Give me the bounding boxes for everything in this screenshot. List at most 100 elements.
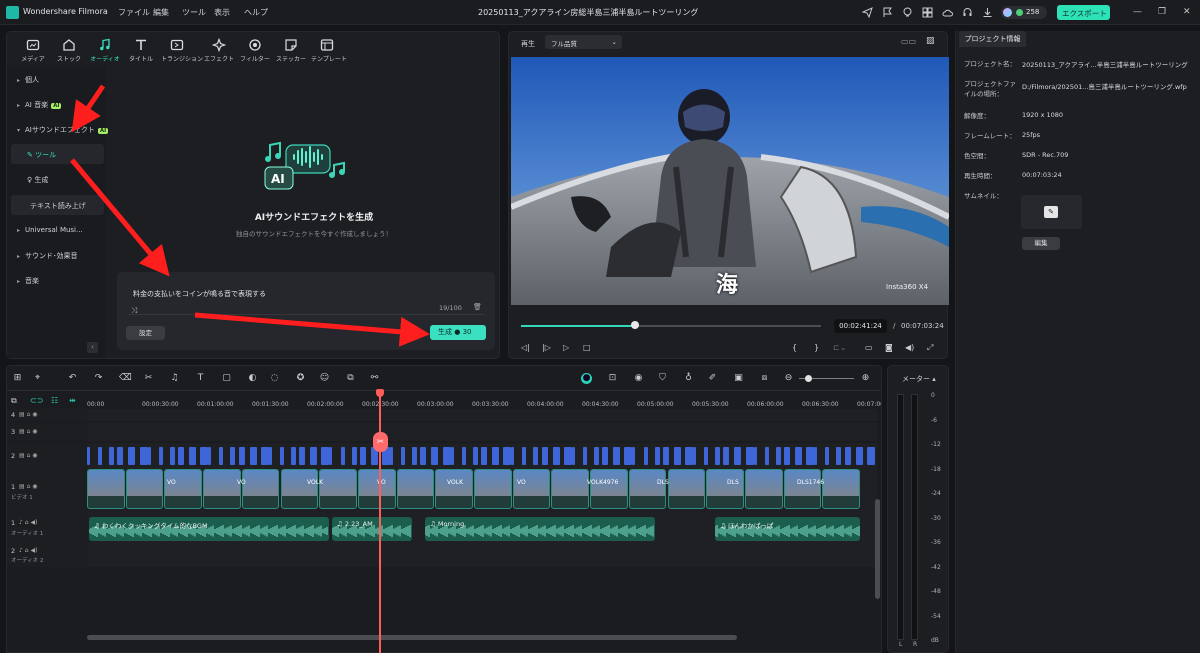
menu-view[interactable]: 表示: [214, 7, 230, 18]
detach-icon[interactable]: ⚯: [369, 373, 380, 384]
sidebar-item-personal[interactable]: ▸ 個人: [11, 69, 104, 89]
clip-segment[interactable]: [764, 447, 769, 465]
clip-segment[interactable]: [825, 447, 830, 465]
mask-icon[interactable]: ◌: [269, 373, 280, 384]
clip-segment[interactable]: [704, 447, 709, 465]
clip-segment[interactable]: [299, 447, 306, 465]
video-clip[interactable]: [706, 469, 744, 509]
clip-segment[interactable]: [715, 447, 721, 465]
audio-edit-icon[interactable]: ♫: [169, 373, 180, 384]
crop-icon[interactable]: ▢: [221, 373, 232, 384]
delete-icon[interactable]: ⌫: [119, 373, 132, 384]
video-clip[interactable]: [512, 469, 551, 509]
tab-project-info[interactable]: プロジェクト情報: [959, 31, 1026, 47]
video-clip[interactable]: [667, 469, 706, 509]
magnet-icon[interactable]: ☷: [51, 396, 58, 405]
clip-segment[interactable]: [351, 447, 357, 465]
video-clip[interactable]: [744, 469, 783, 509]
sidebar-subitem-generate[interactable]: ♀ 生成: [27, 175, 48, 185]
close-icon[interactable]: ✕: [1183, 7, 1191, 17]
audio-clip[interactable]: ♫ Morning: [425, 517, 655, 541]
redo-icon[interactable]: ↷: [93, 373, 104, 384]
video-clip[interactable]: [203, 469, 241, 509]
clip-segment[interactable]: [177, 447, 184, 465]
render-preview-icon[interactable]: ⊡: [607, 373, 618, 384]
track-icons[interactable]: ▤ ⌂ ◉: [19, 428, 38, 435]
flag-icon[interactable]: [882, 7, 893, 18]
clip-segment[interactable]: [412, 447, 418, 465]
volume-icon[interactable]: ◀): [905, 343, 914, 352]
video-clip[interactable]: [125, 469, 164, 509]
clip-segment[interactable]: [522, 447, 527, 465]
credit-badge[interactable]: 258: [1001, 6, 1047, 19]
menu-file[interactable]: ファイル: [118, 7, 150, 18]
clip-segment[interactable]: [359, 447, 366, 465]
snapshot-icon[interactable]: ▨: [926, 36, 935, 46]
video-clip[interactable]: [280, 469, 319, 509]
clip-segment[interactable]: [87, 447, 90, 465]
clip-segment[interactable]: [268, 447, 272, 465]
clip-segment[interactable]: [632, 447, 636, 465]
tab-title[interactable]: タイトル: [125, 38, 157, 68]
edit-thumbnail-button[interactable]: 編集: [1022, 237, 1060, 250]
generate-button[interactable]: 生成 ● 30: [430, 325, 486, 340]
camera-icon[interactable]: ◙: [885, 343, 893, 352]
sidebar-item-universal-music[interactable]: ▸ Universal Musi...: [11, 220, 104, 240]
tab-effect[interactable]: エフェクト: [203, 38, 235, 68]
ai-mate-icon[interactable]: ●: [581, 373, 592, 384]
fullscreen-icon[interactable]: ⤢: [927, 343, 933, 353]
text-tool-icon[interactable]: T: [195, 373, 206, 384]
audio-clip[interactable]: ♫ ほんわかぱっぱ: [715, 517, 860, 541]
grid-icon[interactable]: [922, 7, 933, 18]
clip-segment[interactable]: [503, 447, 512, 465]
thumbnail-icon[interactable]: ▣: [733, 373, 744, 384]
minimize-icon[interactable]: —: [1133, 7, 1142, 17]
marker-icon[interactable]: ⊏⌄: [833, 343, 846, 352]
video-clip[interactable]: [590, 469, 628, 509]
zoom-out-icon[interactable]: ⊖: [783, 373, 794, 384]
clip-segment[interactable]: [109, 447, 115, 465]
sticker-tool-icon[interactable]: ☺: [319, 373, 330, 384]
video-clip[interactable]: [396, 469, 435, 509]
next-frame-icon[interactable]: |▷: [542, 343, 551, 352]
ai-effect-icon[interactable]: ✪: [295, 373, 306, 384]
sidebar-item-ai-music[interactable]: ▸ AI 音楽 AI: [11, 94, 104, 114]
clip-segment[interactable]: [450, 447, 454, 465]
group-icon[interactable]: ⧉: [345, 373, 356, 384]
export-button[interactable]: エクスポート ⌄: [1057, 5, 1115, 20]
clip-segment[interactable]: [158, 447, 163, 465]
clip-segment[interactable]: [147, 447, 151, 465]
clip-segment[interactable]: [139, 447, 148, 465]
clip-segment[interactable]: [238, 447, 245, 465]
clip-segment[interactable]: [613, 447, 621, 465]
collapse-sidebar-button[interactable]: ‹: [87, 342, 98, 353]
clip-segment[interactable]: [836, 447, 842, 465]
trash-icon[interactable]: 🗑: [473, 303, 482, 311]
clip-segment[interactable]: [128, 447, 136, 465]
clip-segment[interactable]: [783, 447, 790, 465]
current-time[interactable]: 00:02:41:24: [834, 319, 887, 333]
clip-segment[interactable]: [310, 447, 318, 465]
clip-segment[interactable]: [480, 447, 487, 465]
tab-template[interactable]: テンプレート: [311, 38, 347, 68]
clip-segment[interactable]: [401, 447, 406, 465]
zoom-in-icon[interactable]: ⊕: [860, 373, 871, 384]
playhead[interactable]: [379, 389, 381, 653]
clip-segment[interactable]: [390, 447, 393, 465]
track-icons[interactable]: ♪ ⌂ ◀): [19, 519, 37, 526]
audio-clip[interactable]: ♫ 2.23_AM: [332, 517, 412, 541]
thumbnail-box[interactable]: ✎: [1021, 195, 1082, 229]
clip-segment[interactable]: [571, 447, 575, 465]
clip-segment[interactable]: [260, 447, 269, 465]
clip-segment[interactable]: [684, 447, 693, 465]
microphone-icon[interactable]: ♁: [683, 373, 694, 384]
video-clip[interactable]: [87, 469, 125, 509]
clip-segment[interactable]: [552, 447, 560, 465]
preview-scrubber-handle[interactable]: [631, 321, 639, 329]
menu-help[interactable]: ヘルプ: [244, 7, 268, 18]
lightbulb-icon[interactable]: [902, 7, 913, 18]
tab-audio[interactable]: オーディオ: [89, 38, 121, 68]
menu-edit[interactable]: 編集: [153, 7, 169, 18]
quality-select[interactable]: フル品質 ⌄: [545, 35, 622, 49]
clip-segment[interactable]: [219, 447, 224, 465]
